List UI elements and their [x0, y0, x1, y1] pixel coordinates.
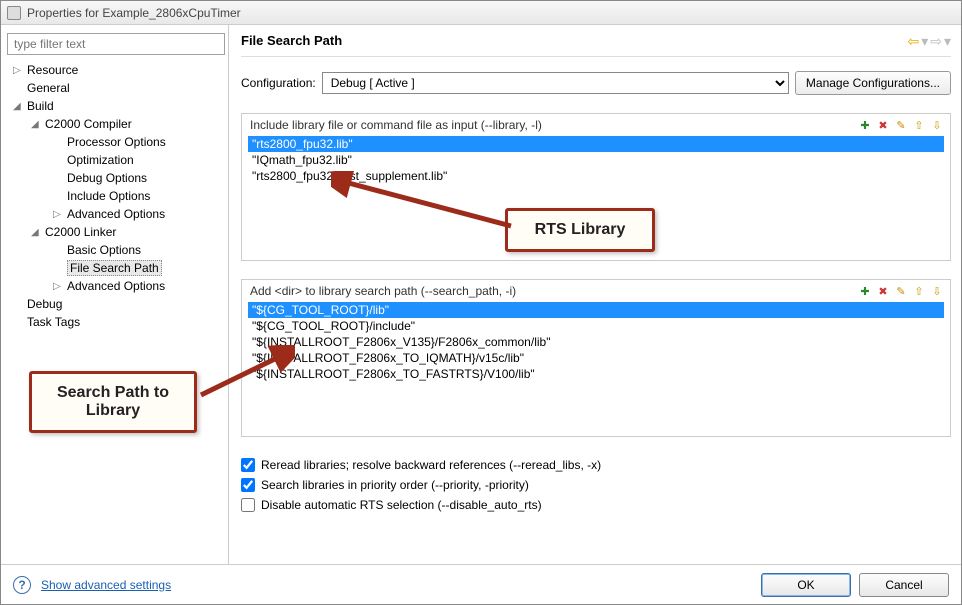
tree-build[interactable]: ◢Build [5, 97, 224, 115]
disable-auto-check[interactable]: Disable automatic RTS selection (--disab… [241, 495, 951, 515]
configuration-row: Configuration: Debug [ Active ] Manage C… [241, 71, 951, 95]
tree-c2000-compiler[interactable]: ◢C2000 Compiler [5, 115, 224, 133]
reread-check[interactable]: Reread libraries; resolve backward refer… [241, 455, 951, 475]
tree-debug-options[interactable]: Debug Options [5, 169, 224, 187]
delete-icon[interactable]: ✖ [876, 284, 890, 298]
add-icon[interactable]: ✚ [858, 118, 872, 132]
back-icon[interactable]: ⇦ [907, 33, 919, 50]
delete-icon[interactable]: ✖ [876, 118, 890, 132]
right-pane: File Search Path ⇦ ▾ ⇨ ▾ Configuration: … [229, 25, 961, 565]
tree-c2000-linker[interactable]: ◢C2000 Linker [5, 223, 224, 241]
tree-basic-options[interactable]: Basic Options [5, 241, 224, 259]
help-icon[interactable]: ? [13, 576, 31, 594]
search-path-label: Add <dir> to library search path (--sear… [250, 284, 516, 298]
search-path-list[interactable]: "${CG_TOOL_ROOT}/lib" "${CG_TOOL_ROOT}/i… [248, 302, 944, 430]
include-library-label: Include library file or command file as … [250, 118, 542, 132]
edit-icon[interactable]: ✎ [894, 284, 908, 298]
tree-optimization[interactable]: Optimization [5, 151, 224, 169]
list-item[interactable]: "rts2800_fpu32.lib" [248, 136, 944, 152]
disable-auto-checkbox[interactable] [241, 498, 255, 512]
left-pane: ▷Resource General ◢Build ◢C2000 Compiler… [1, 25, 229, 565]
tree-task-tags[interactable]: Task Tags [5, 313, 224, 331]
list-item[interactable]: "${INSTALLROOT_F2806x_TO_IQMATH}/v15c/li… [248, 350, 944, 366]
cancel-button[interactable]: Cancel [859, 573, 949, 597]
bottom-bar: ? Show advanced settings OK Cancel [1, 564, 961, 604]
include-library-toolbar: ✚ ✖ ✎ ⇧ ⇩ [858, 118, 944, 132]
priority-checkbox[interactable] [241, 478, 255, 492]
options-checks: Reread libraries; resolve backward refer… [241, 455, 951, 515]
tree-resource[interactable]: ▷Resource [5, 61, 224, 79]
window-title: Properties for Example_2806xCpuTimer [27, 6, 241, 20]
move-down-icon[interactable]: ⇩ [930, 118, 944, 132]
callout-rts-library: RTS Library [505, 208, 655, 252]
search-path-toolbar: ✚ ✖ ✎ ⇧ ⇩ [858, 284, 944, 298]
list-item[interactable]: "${INSTALLROOT_F2806x_V135}/F2806x_commo… [248, 334, 944, 350]
list-item[interactable]: "IQmath_fpu32.lib" [248, 152, 944, 168]
page-title: File Search Path [241, 33, 951, 48]
configuration-label: Configuration: [241, 76, 316, 90]
list-item[interactable]: "rts2800_fpu32_fast_supplement.lib" [248, 168, 944, 184]
forward-icon[interactable]: ⇨ [930, 33, 942, 50]
list-item[interactable]: "${INSTALLROOT_F2806x_TO_FASTRTS}/V100/l… [248, 366, 944, 382]
nav-tree: ▷Resource General ◢Build ◢C2000 Compiler… [5, 61, 224, 331]
list-item[interactable]: "${CG_TOOL_ROOT}/include" [248, 318, 944, 334]
tree-debug[interactable]: Debug [5, 295, 224, 313]
tree-general[interactable]: General [5, 79, 224, 97]
list-item[interactable]: "${CG_TOOL_ROOT}/lib" [248, 302, 944, 318]
callout-search-path: Search Path to Library [29, 371, 197, 433]
search-path-group: Add <dir> to library search path (--sear… [241, 279, 951, 437]
move-up-icon[interactable]: ⇧ [912, 284, 926, 298]
move-up-icon[interactable]: ⇧ [912, 118, 926, 132]
back-menu-icon[interactable]: ▾ [921, 33, 928, 50]
content-area: ▷Resource General ◢Build ◢C2000 Compiler… [1, 25, 961, 565]
forward-menu-icon[interactable]: ▾ [944, 33, 951, 50]
ok-button[interactable]: OK [761, 573, 851, 597]
add-icon[interactable]: ✚ [858, 284, 872, 298]
configuration-select[interactable]: Debug [ Active ] [322, 72, 789, 94]
tree-processor-options[interactable]: Processor Options [5, 133, 224, 151]
reread-checkbox[interactable] [241, 458, 255, 472]
manage-configurations-button[interactable]: Manage Configurations... [795, 71, 951, 95]
titlebar: Properties for Example_2806xCpuTimer [1, 1, 961, 25]
show-advanced-link[interactable]: Show advanced settings [41, 578, 171, 592]
tree-file-search-path[interactable]: File Search Path [5, 259, 224, 277]
move-down-icon[interactable]: ⇩ [930, 284, 944, 298]
tree-linker-advanced[interactable]: ▷Advanced Options [5, 277, 224, 295]
nav-arrows: ⇦ ▾ ⇨ ▾ [907, 33, 951, 50]
tree-include-options[interactable]: Include Options [5, 187, 224, 205]
filter-input[interactable] [7, 33, 225, 55]
priority-check[interactable]: Search libraries in priority order (--pr… [241, 475, 951, 495]
app-icon [7, 6, 21, 20]
tree-compiler-advanced[interactable]: ▷Advanced Options [5, 205, 224, 223]
edit-icon[interactable]: ✎ [894, 118, 908, 132]
